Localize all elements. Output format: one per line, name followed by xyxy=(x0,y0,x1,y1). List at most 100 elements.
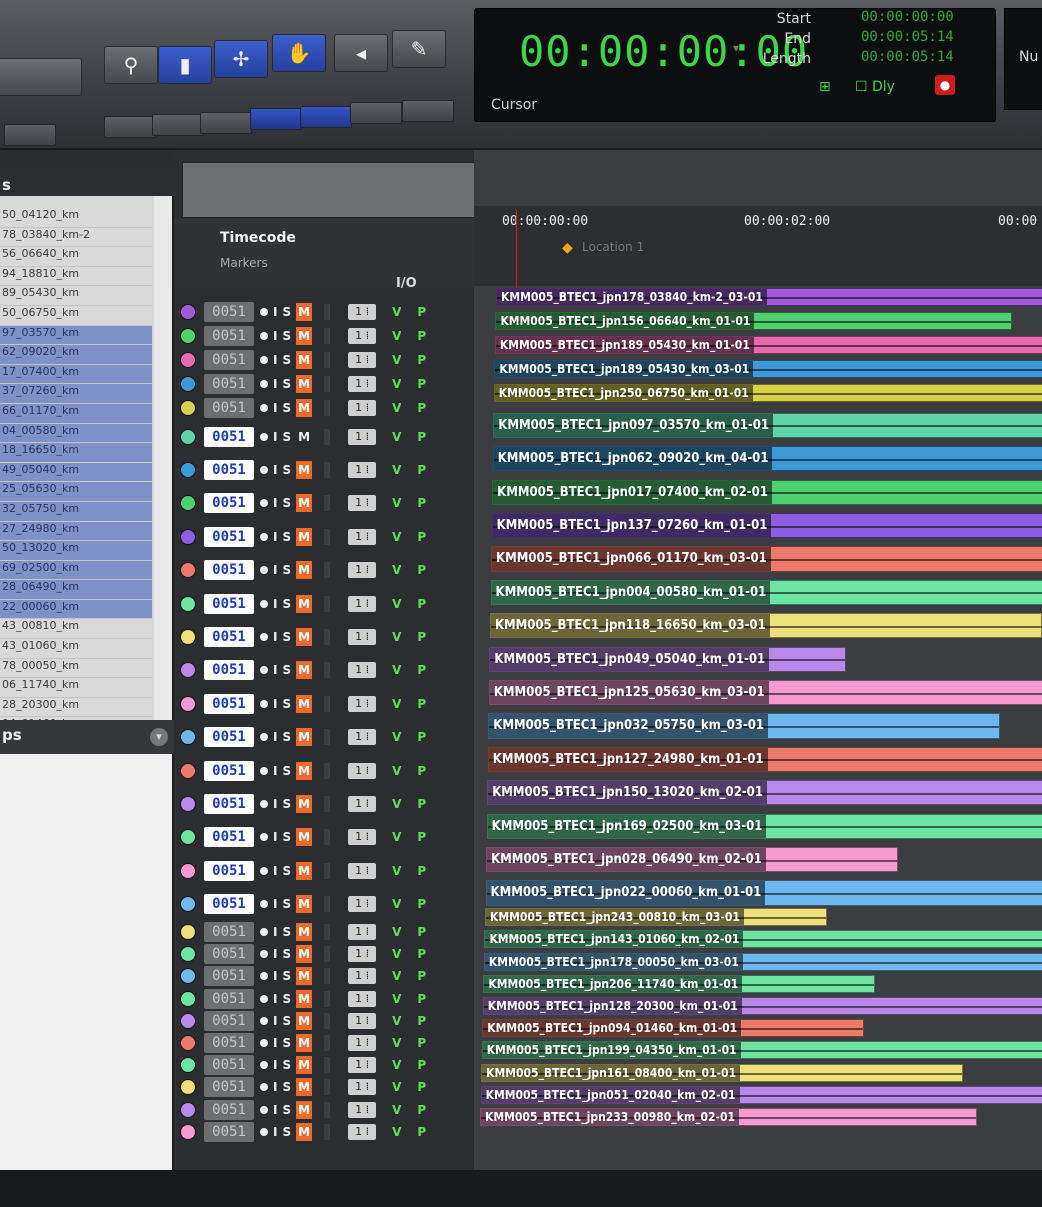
playlist-selector[interactable]: P xyxy=(417,764,426,778)
solo-button[interactable]: S xyxy=(282,401,291,415)
voice-selector[interactable]: V xyxy=(392,597,401,611)
track-color-icon[interactable] xyxy=(180,304,196,320)
groups-menu-icon[interactable]: ▾ xyxy=(150,728,168,746)
audio-clip[interactable]: KMM005_BTEC1_jpn051_02040_km_02-01 xyxy=(480,1085,1042,1104)
track-color-icon[interactable] xyxy=(180,428,196,445)
track-name-field[interactable]: 0051 xyxy=(204,1121,254,1142)
io-selector[interactable]: 1 ⁞ xyxy=(348,428,377,445)
track-header[interactable]: 0051 I S M 1 ⁞ V P xyxy=(174,888,474,921)
clip-list-item[interactable]: 18_16650_km xyxy=(0,443,152,463)
playlist-selector[interactable]: P xyxy=(417,1014,426,1028)
track-header[interactable]: 0051 I S M 1 ⁞ V P xyxy=(174,921,474,943)
io-selector[interactable]: 1 ⁞ xyxy=(348,462,377,479)
end-value[interactable]: 00:00:05:14 xyxy=(861,29,954,45)
audio-clip[interactable]: KMM005_BTEC1_jpn150_13020_km_02-01 xyxy=(487,780,1042,806)
record-enable-icon[interactable] xyxy=(260,699,268,708)
track-name-field[interactable]: 0051 xyxy=(204,727,254,748)
record-enable-icon[interactable] xyxy=(260,666,268,675)
record-enable-icon[interactable] xyxy=(260,950,268,959)
clip-list-item[interactable]: 37_07260_km xyxy=(0,384,152,404)
track-name-field[interactable]: 0051 xyxy=(204,1033,254,1054)
mute-button[interactable]: M xyxy=(296,594,313,613)
track-name-field[interactable]: 0051 xyxy=(204,593,254,614)
input-monitor-button[interactable]: I xyxy=(273,496,277,510)
mute-button[interactable]: M xyxy=(296,327,313,345)
playlist-selector[interactable]: P xyxy=(417,797,426,811)
voice-selector[interactable]: V xyxy=(392,864,401,878)
clip-list-item[interactable]: 28_20300_km xyxy=(0,698,152,718)
selector-tool-icon[interactable]: ✢ xyxy=(214,40,268,78)
record-enable-icon[interactable] xyxy=(260,833,268,842)
solo-button[interactable]: S xyxy=(282,969,291,983)
input-monitor-button[interactable]: I xyxy=(273,697,277,711)
pre-post-roll-icon[interactable]: ⊞ xyxy=(819,79,831,95)
zoom-toggle-button[interactable] xyxy=(350,102,402,124)
input-monitor-button[interactable]: I xyxy=(273,764,277,778)
audio-clip[interactable]: KMM005_BTEC1_jpn062_09020_km_04-01 xyxy=(492,446,1042,472)
audio-clip[interactable]: KMM005_BTEC1_jpn028_06490_km_02-01 xyxy=(486,846,899,873)
record-indicator-icon[interactable]: ● xyxy=(935,75,955,95)
track-color-icon[interactable] xyxy=(180,562,196,579)
zoom-preset-button[interactable] xyxy=(402,100,454,122)
pencil-tool-icon[interactable]: ✎ xyxy=(392,30,446,68)
io-selector[interactable]: 1 ⁞ xyxy=(348,1035,377,1052)
input-monitor-button[interactable]: I xyxy=(273,463,277,477)
mute-button[interactable]: M xyxy=(296,461,313,480)
record-enable-icon[interactable] xyxy=(260,994,268,1003)
solo-button[interactable]: S xyxy=(282,630,291,644)
track-color-icon[interactable] xyxy=(180,1035,196,1052)
track-color-icon[interactable] xyxy=(180,400,196,416)
record-enable-icon[interactable] xyxy=(260,532,268,541)
track-name-field[interactable]: 0051 xyxy=(204,326,254,346)
voice-selector[interactable]: V xyxy=(392,305,401,319)
track-name-field[interactable]: 0051 xyxy=(204,1077,254,1098)
start-value[interactable]: 00:00:00:00 xyxy=(861,9,954,25)
audio-clip[interactable]: KMM005_BTEC1_jpn128_20300_km_01-01 xyxy=(482,996,1042,1015)
clip-list-item[interactable]: 97_03570_km xyxy=(0,325,152,346)
input-monitor-button[interactable]: I xyxy=(273,797,277,811)
track-name-field[interactable]: 0051 xyxy=(204,894,254,915)
input-monitor-button[interactable]: I xyxy=(273,1103,277,1117)
mute-button[interactable]: M xyxy=(296,989,313,1008)
clips-scrollbar[interactable] xyxy=(154,196,172,726)
track-name-field[interactable]: 0051 xyxy=(204,350,254,370)
mirror-midi-button[interactable] xyxy=(300,106,352,128)
track-header[interactable]: 0051 I S M 1 ⁞ V P xyxy=(174,687,474,720)
record-enable-icon[interactable] xyxy=(260,404,268,412)
edit-timeline[interactable]: 00:00:00:00 00:00:02:00 00:00 ◆ Location… xyxy=(474,150,1042,1170)
io-selector[interactable]: 1 ⁞ xyxy=(348,562,377,579)
trim-tool-icon[interactable]: ▮ xyxy=(158,46,212,84)
io-selector[interactable]: 1 ⁞ xyxy=(348,495,377,512)
playlist-selector[interactable]: P xyxy=(417,730,426,744)
audio-clip[interactable]: KMM005_BTEC1_jpn127_24980_km_01-01 xyxy=(487,746,1042,773)
io-selector[interactable]: 1 ⁞ xyxy=(348,862,377,879)
audio-clip[interactable]: KMM005_BTEC1_jpn189_05430_km_01-01 xyxy=(494,336,1042,354)
track-color-icon[interactable] xyxy=(180,1012,196,1029)
voice-selector[interactable]: V xyxy=(392,830,401,844)
voice-selector[interactable]: V xyxy=(392,969,401,983)
mute-button[interactable]: M xyxy=(296,1122,313,1141)
solo-button[interactable]: S xyxy=(282,797,291,811)
clip-list-item[interactable]: 56_06640_km xyxy=(0,247,152,267)
voice-selector[interactable]: V xyxy=(392,353,401,367)
track-name-field[interactable]: 0051 xyxy=(204,374,254,394)
solo-button[interactable]: S xyxy=(282,377,291,391)
input-monitor-button[interactable]: I xyxy=(273,1125,277,1139)
audio-clip[interactable]: KMM005_BTEC1_jpn250_06750_km_01-01 xyxy=(493,384,1042,402)
track-name-field[interactable]: 0051 xyxy=(204,860,254,881)
io-selector[interactable]: 1 ⁞ xyxy=(348,1101,377,1118)
track-color-icon[interactable] xyxy=(180,328,196,344)
input-monitor-button[interactable]: I xyxy=(273,947,277,961)
track-color-icon[interactable] xyxy=(180,729,196,746)
track-header[interactable]: 0051 I S M 1 ⁞ V P xyxy=(174,1099,474,1121)
clip-list-item[interactable]: 50_04120_km xyxy=(0,208,152,228)
clip-list-item[interactable]: 28_06490_km xyxy=(0,580,152,600)
playlist-selector[interactable]: P xyxy=(417,597,426,611)
delay-toggle[interactable]: ☐ Dly xyxy=(855,79,895,95)
mute-button[interactable]: M xyxy=(296,1011,313,1030)
track-name-field[interactable]: 0051 xyxy=(204,560,254,581)
voice-selector[interactable]: V xyxy=(392,563,401,577)
track-name-field[interactable]: 0051 xyxy=(204,493,254,514)
playlist-selector[interactable]: P xyxy=(417,969,426,983)
track-name-field[interactable]: 0051 xyxy=(204,966,254,987)
